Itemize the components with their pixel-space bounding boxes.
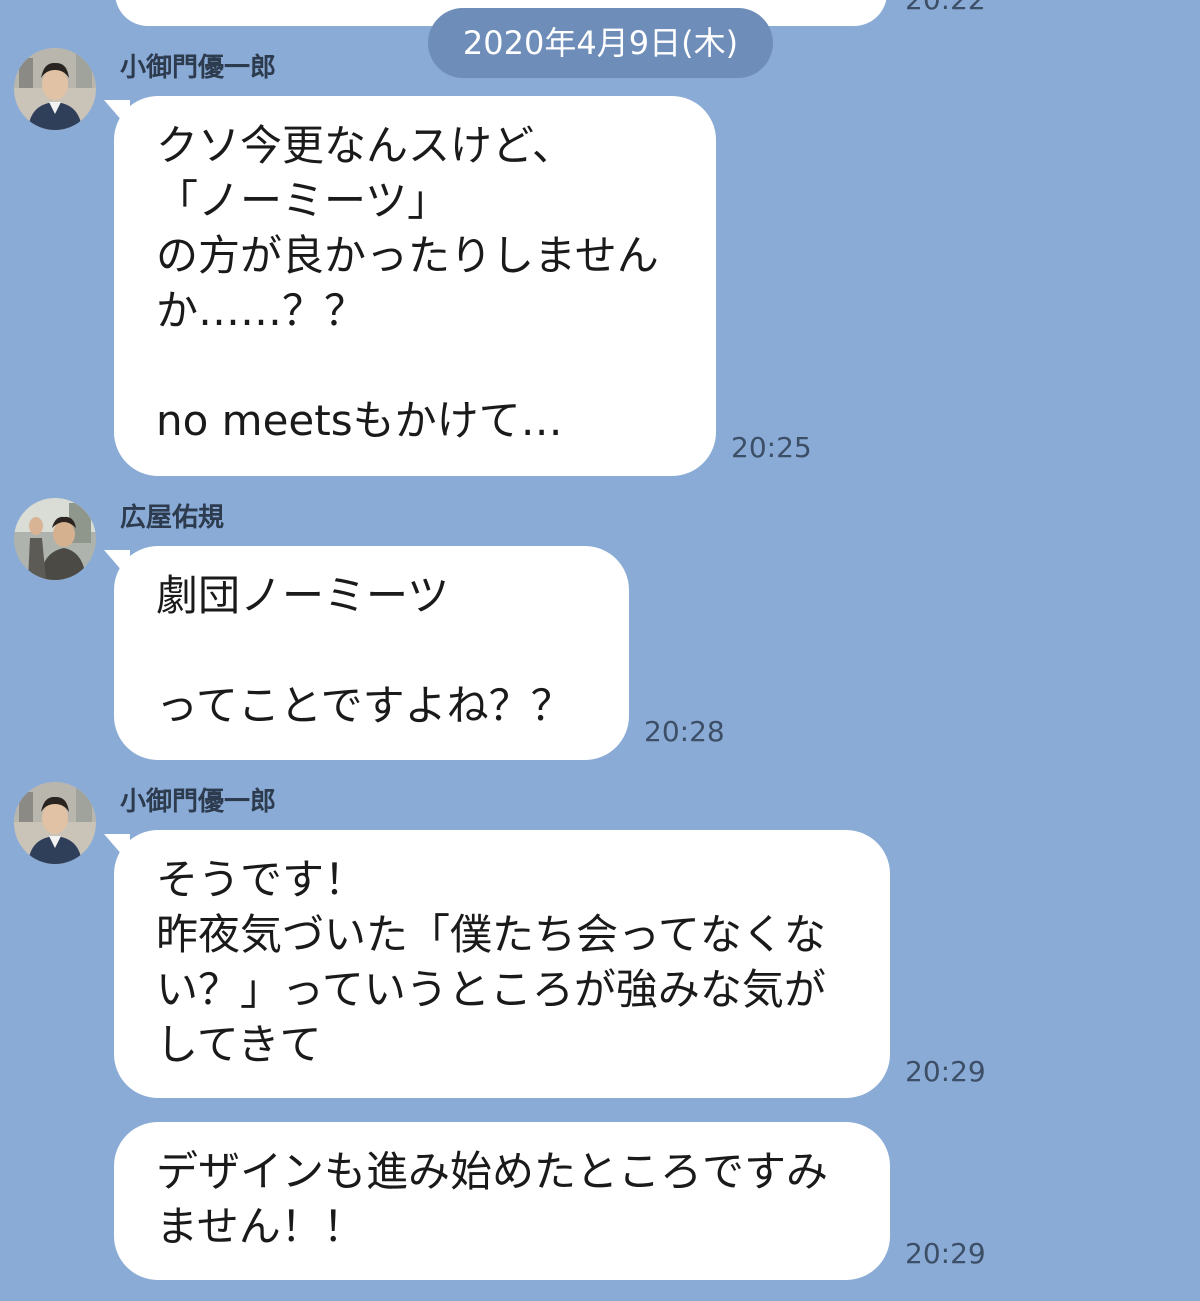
message-time: 20:29: [905, 1055, 986, 1088]
sender-avatar[interactable]: [14, 48, 96, 130]
previous-message-time: 20:22: [905, 0, 986, 16]
message-time: 20:25: [731, 431, 812, 464]
sender-avatar[interactable]: [14, 782, 96, 864]
sender-name: 小御門優一郎: [120, 787, 277, 817]
person-avatar-icon: [14, 498, 96, 580]
person-avatar-icon: [14, 48, 96, 130]
date-divider: 2020年4月9日(木): [428, 8, 773, 78]
message-time: 20:28: [644, 715, 725, 748]
message-time: 20:29: [905, 1237, 986, 1270]
message-bubble[interactable]: クソ今更なんスけど、 「ノーミーツ」 の方が良かったりしません か……？？ no…: [114, 96, 716, 476]
message-bubble[interactable]: 劇団ノーミーツ ってことですよね？？: [114, 546, 629, 760]
sender-avatar[interactable]: [14, 498, 96, 580]
person-avatar-icon: [14, 782, 96, 864]
message-bubble[interactable]: デザインも進み始めたところですみ ません！！: [114, 1122, 890, 1280]
sender-name: 広屋佑規: [120, 503, 225, 533]
message-bubble[interactable]: そうです！ 昨夜気づいた「僕たち会ってなくな い？」っていうところが強みな気が …: [114, 830, 890, 1098]
sender-name: 小御門優一郎: [120, 53, 277, 83]
